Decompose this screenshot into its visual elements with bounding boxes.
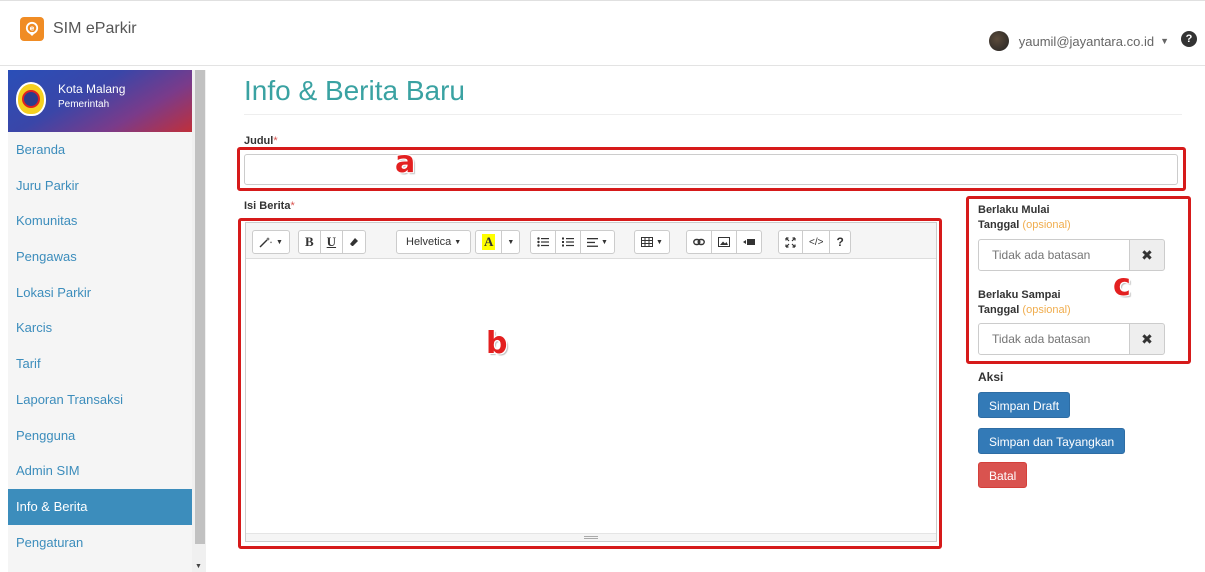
- sidebar-item-juru-parkir[interactable]: Juru Parkir: [8, 168, 192, 204]
- annotation-label-b: b: [486, 326, 508, 361]
- sidebar-item-komunitas[interactable]: Komunitas: [8, 203, 192, 239]
- avatar: [988, 31, 1009, 51]
- annotation-label-a: a: [395, 145, 416, 180]
- sidebar-nav: Beranda Juru Parkir Komunitas Pengawas L…: [8, 132, 192, 560]
- user-email: yaumil@jayantara.co.id: [1018, 33, 1155, 49]
- sidebar-item-laporan-transaksi[interactable]: Laporan Transaksi: [8, 382, 192, 418]
- save-draft-button[interactable]: Simpan Draft: [978, 392, 1071, 418]
- top-navbar: e SIM eParkir yaumil@jayantara.co.id ▼ ?: [0, 0, 1205, 66]
- caret-down-icon: ▼: [1160, 36, 1169, 46]
- brand[interactable]: e SIM eParkir: [20, 17, 137, 41]
- sidebar-scrollbar[interactable]: ▼: [192, 70, 206, 572]
- annotation-box-a: [237, 147, 1186, 191]
- page-title: Info & Berita Baru: [244, 75, 466, 106]
- sidebar-item-tarif[interactable]: Tarif: [8, 346, 192, 382]
- cancel-button[interactable]: Batal: [978, 462, 1028, 488]
- app-title: SIM eParkir: [53, 20, 137, 37]
- sidebar-item-info-berita[interactable]: Info & Berita: [8, 488, 192, 525]
- sidebar-item-admin-sim[interactable]: Admin SIM: [8, 453, 192, 489]
- sidebar-item-beranda[interactable]: Beranda: [8, 132, 192, 168]
- sidebar: Kota Malang Pemerintah Beranda Juru Park…: [8, 70, 192, 572]
- save-publish-button[interactable]: Simpan dan Tayangkan: [978, 428, 1126, 454]
- scroll-down-icon[interactable]: ▼: [195, 563, 202, 570]
- divider: [244, 114, 1182, 115]
- annotation-box-b: [238, 218, 942, 549]
- sidebar-item-lokasi-parkir[interactable]: Lokasi Parkir: [8, 275, 192, 311]
- scrollbar-thumb[interactable]: [195, 70, 205, 544]
- isi-berita-label: Isi Berita*: [244, 200, 295, 212]
- annotation-box-c: [966, 196, 1191, 364]
- org-name: Kota Malang: [58, 82, 126, 96]
- help-icon[interactable]: ?: [1181, 31, 1197, 47]
- map-pin-icon: e: [20, 17, 44, 41]
- sidebar-item-pengawas[interactable]: Pengawas: [8, 239, 192, 275]
- sidebar-item-pengguna[interactable]: Pengguna: [8, 418, 192, 454]
- aksi-label: Aksi: [978, 370, 1004, 384]
- judul-label: Judul*: [244, 135, 278, 147]
- org-header: Kota Malang Pemerintah: [8, 70, 192, 132]
- user-menu[interactable]: yaumil@jayantara.co.id ▼: [988, 31, 1169, 51]
- svg-text:e: e: [30, 25, 35, 33]
- sidebar-item-karcis[interactable]: Karcis: [8, 310, 192, 346]
- annotation-label-c: c: [1113, 268, 1131, 303]
- city-emblem-icon: [16, 82, 46, 116]
- sidebar-item-pengaturan[interactable]: Pengaturan: [8, 525, 192, 561]
- org-subtitle: Pemerintah: [58, 99, 110, 110]
